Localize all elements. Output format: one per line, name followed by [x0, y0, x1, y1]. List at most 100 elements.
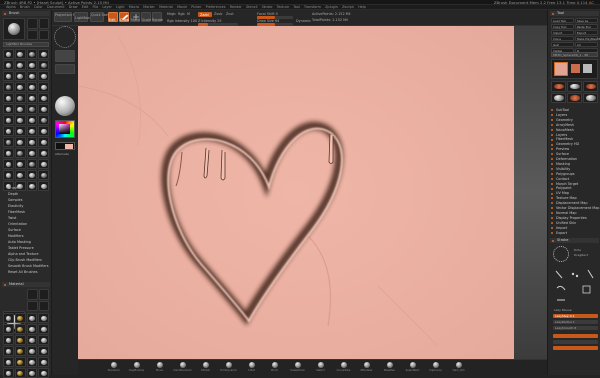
material-slot[interactable] [38, 313, 49, 323]
brush-slot[interactable] [14, 82, 26, 92]
brush-slot[interactable] [26, 71, 38, 81]
current-tool-thumb[interactable] [554, 62, 568, 76]
brush-slot[interactable] [38, 115, 49, 125]
menu-color[interactable]: Color [32, 5, 45, 10]
tool-button[interactable]: Copy Tool [551, 24, 574, 29]
brush-slot[interactable] [26, 49, 38, 59]
dynamic-toggle[interactable]: Dynamic [296, 19, 311, 23]
mrgb-toggle[interactable]: Mrgb [167, 12, 176, 16]
tool-menu-item[interactable]: Layers [550, 133, 567, 137]
tool-slot-6[interactable] [583, 92, 598, 103]
brush-slot[interactable] [14, 115, 26, 125]
menu-brush[interactable]: Brush [18, 5, 32, 10]
bottom-brush-item[interactable]: Pinch [269, 362, 280, 372]
material-slot[interactable] [3, 335, 14, 345]
tool-menu-item[interactable]: Deformation [550, 157, 577, 161]
bottom-brush-item[interactable]: Move [154, 362, 165, 372]
brush-slot[interactable] [3, 137, 14, 147]
brush-slot[interactable] [14, 148, 26, 158]
menu-tool[interactable]: Tool [291, 5, 302, 10]
tool-menu-item[interactable]: Texture Map [551, 196, 577, 200]
brush-slot[interactable] [26, 137, 38, 147]
material-slot[interactable] [14, 357, 26, 367]
clone-brush-button[interactable] [27, 29, 38, 40]
tool-menu-item[interactable]: ArrayMesh [550, 123, 574, 127]
brush-slot[interactable] [3, 93, 14, 103]
tool-button[interactable]: Export [575, 30, 598, 35]
menu-render[interactable]: Render [228, 5, 244, 10]
material-slot[interactable] [26, 324, 38, 334]
brush-slot[interactable] [26, 148, 38, 158]
brush-menu-item[interactable]: Surface [8, 228, 21, 232]
menu-edit[interactable]: Edit [80, 5, 91, 10]
tool-button[interactable]: All [575, 42, 598, 47]
brush-slot[interactable] [38, 60, 49, 70]
zcut-button[interactable]: Zcut [226, 12, 234, 16]
material-slot[interactable] [14, 313, 26, 323]
brush-slot[interactable] [14, 126, 26, 136]
menu-draw[interactable]: Draw [67, 5, 80, 10]
tool-menu-item[interactable]: Unified Skin [550, 221, 576, 225]
brush-slot[interactable] [14, 170, 26, 180]
brush-slot[interactable] [26, 159, 38, 169]
menu-stroke[interactable]: Stroke [260, 5, 275, 10]
material-slot[interactable] [38, 357, 49, 367]
lazysmooth-slider[interactable]: LazySmooth 8 [553, 326, 598, 330]
brush-slot[interactable] [26, 93, 38, 103]
brush-slot[interactable] [38, 137, 49, 147]
material-sphere-icon[interactable] [55, 96, 75, 116]
bottom-brush-item[interactable]: Standard [108, 362, 119, 372]
menu-movie[interactable]: Movie [175, 5, 189, 10]
tool-menu-item[interactable]: UV Map [550, 191, 569, 195]
brush-slot[interactable] [3, 71, 14, 81]
brush-menu-item[interactable]: Smooth Brush Modifiers [8, 264, 49, 268]
current-brush-thumb[interactable] [3, 18, 25, 40]
menu-marker[interactable]: Marker [141, 5, 157, 10]
zsub-button[interactable]: Zsub [214, 12, 222, 16]
material-slot[interactable] [38, 335, 49, 345]
load-material-button[interactable] [27, 289, 38, 300]
brush-slot[interactable] [38, 126, 49, 136]
load-brush-button[interactable] [27, 18, 38, 29]
brush-slot[interactable] [3, 60, 14, 70]
tool-button[interactable]: Import [551, 30, 574, 35]
brush-slot[interactable] [14, 137, 26, 147]
tool-menu-item[interactable]: Geometry [551, 118, 573, 122]
tool-slot-1[interactable] [551, 81, 566, 92]
material-slot[interactable] [3, 357, 14, 367]
brush-slot[interactable] [3, 49, 14, 59]
menu-zplugin[interactable]: Zplugin [323, 5, 340, 10]
brush-menu-item[interactable]: Elasticity [8, 204, 23, 208]
material-slot[interactable] [26, 335, 38, 345]
brush-slot[interactable] [38, 104, 49, 114]
menu-zscript[interactable]: Zscript [340, 5, 356, 10]
brush-slot[interactable] [26, 115, 38, 125]
menu-light[interactable]: Light [114, 5, 127, 10]
stroke-extra-slider-2[interactable] [553, 346, 598, 350]
tool-thumb-3[interactable] [583, 64, 592, 73]
brush-menu-item[interactable]: Twist [8, 216, 16, 220]
material-slot[interactable] [26, 357, 38, 367]
bottom-brush-item[interactable]: ZModeler [360, 362, 373, 372]
menu-texture[interactable]: Texture [275, 5, 292, 10]
material-slot[interactable] [38, 324, 49, 334]
brush-slot[interactable] [26, 126, 38, 136]
stroke-accent-bar[interactable] [553, 334, 598, 338]
menu-stencil[interactable]: Stencil [244, 5, 260, 10]
stroke-palette-header[interactable]: Stroke [550, 238, 599, 243]
brush-slot[interactable] [38, 148, 49, 158]
bottom-brush-item[interactable]: Inflat [246, 362, 257, 372]
brush-menu-item[interactable]: Auto Masking [8, 240, 31, 244]
save-brush-button[interactable] [38, 18, 49, 29]
bottom-brush-item[interactable]: ClipCurve [429, 362, 442, 372]
brush-shelf-slot-1[interactable] [55, 50, 75, 62]
tool-button[interactable]: Load Tool [551, 18, 574, 23]
tool-menu-item[interactable]: Polygroups [551, 172, 575, 176]
document-canvas[interactable] [78, 26, 514, 359]
material-palette-header[interactable]: Material [2, 282, 50, 287]
bottom-brush-item[interactable]: DamStandard [174, 362, 191, 372]
brush-slot[interactable] [14, 159, 26, 169]
material-slot[interactable] [14, 346, 26, 356]
stroke-preview-icon[interactable] [553, 246, 569, 262]
tool-menu-item[interactable]: Masking [551, 162, 570, 166]
